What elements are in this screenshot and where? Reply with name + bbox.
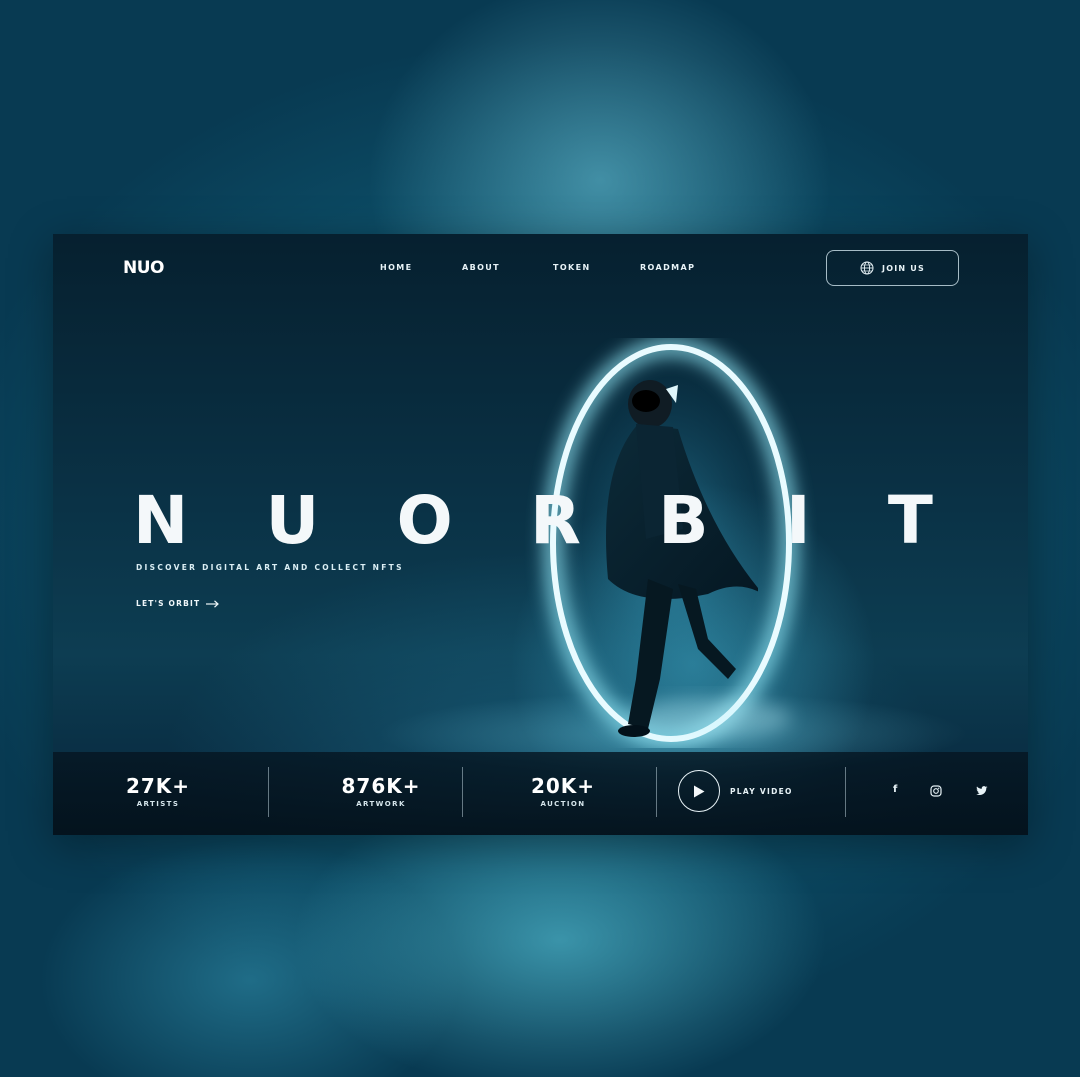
globe-icon: [860, 261, 874, 275]
title-letter: R: [530, 482, 581, 559]
divider: [656, 767, 657, 817]
hero-tagline: DISCOVER DIGITAL ART AND COLLECT NFTS: [136, 563, 404, 572]
play-circle: [678, 770, 720, 812]
stat-label: ARTWORK: [356, 800, 406, 808]
title-letter: O: [396, 482, 453, 559]
nav-home[interactable]: HOME: [380, 263, 413, 272]
instagram-icon[interactable]: [930, 785, 942, 797]
nav-about[interactable]: ABOUT: [462, 263, 500, 272]
stat-value: 27K+: [125, 774, 191, 798]
divider: [268, 767, 269, 817]
divider: [462, 767, 463, 817]
title-letter: N: [133, 482, 189, 559]
stat-artists: 27K+ ARTISTS: [108, 774, 208, 808]
nav-token[interactable]: TOKEN: [553, 263, 591, 272]
stat-value: 20K+: [530, 774, 596, 798]
play-video-label: PLAY VIDEO: [730, 786, 793, 796]
facebook-icon[interactable]: f: [893, 784, 897, 795]
lets-orbit-link[interactable]: LET'S ORBIT: [136, 599, 220, 608]
title-letter: I: [785, 482, 811, 559]
play-icon: [694, 785, 705, 797]
title-letter: B: [658, 482, 709, 559]
stat-artwork: 876K+ ARTWORK: [311, 774, 451, 808]
arrow-right-icon: [206, 599, 220, 608]
nav-roadmap[interactable]: ROADMAP: [640, 263, 695, 272]
stat-label: AUCTION: [540, 800, 586, 808]
twitter-icon[interactable]: [976, 786, 988, 796]
title-letter: U: [265, 482, 320, 559]
divider: [845, 767, 846, 817]
play-video-button[interactable]: PLAY VIDEO: [678, 770, 793, 812]
astronaut-figure: [606, 380, 758, 737]
hero-title: N U O R B I T: [133, 486, 933, 556]
stats-bar: 27K+ ARTISTS 876K+ ARTWORK 20K+ AUCTION …: [53, 752, 1028, 835]
cta-label: LET'S ORBIT: [136, 599, 201, 608]
title-letter: T: [887, 482, 933, 559]
stat-auction: 20K+ AUCTION: [508, 774, 618, 808]
stat-value: 876K+: [341, 774, 421, 798]
stat-label: ARTISTS: [136, 800, 180, 808]
join-us-button[interactable]: JOIN US: [826, 250, 959, 286]
join-us-label: JOIN US: [882, 263, 925, 273]
hero-card: NUO HOME ABOUT TOKEN ROADMAP JOIN US N U…: [53, 234, 1028, 835]
